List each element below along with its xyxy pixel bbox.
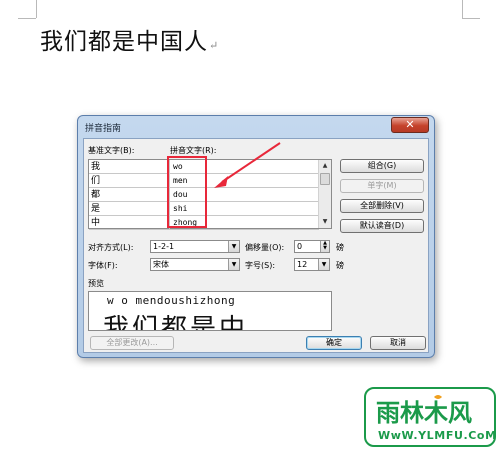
- annotation-arrow-icon: [214, 142, 281, 188]
- watermark-logo-icon: 雨林木风: [376, 395, 472, 427]
- watermark-logo: 雨林木风 WwW.YLMFU.CoM: [364, 387, 496, 447]
- watermark-name: 雨林木风: [376, 399, 472, 427]
- watermark-url: WwW.YLMFU.CoM: [378, 429, 497, 442]
